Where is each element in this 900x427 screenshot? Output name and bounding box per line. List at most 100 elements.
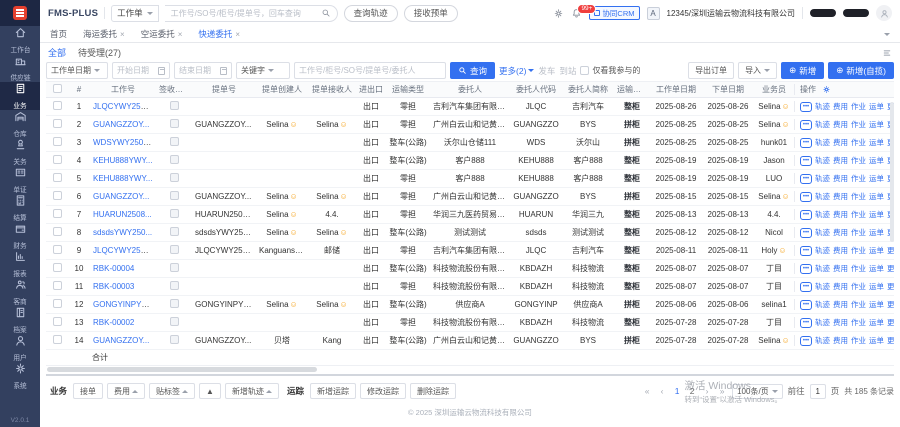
job-number-link[interactable]: KEHU888YWY...: [93, 174, 152, 183]
global-search-input[interactable]: [171, 9, 321, 18]
only-mine-checkbox[interactable]: [580, 66, 589, 75]
end-date-field[interactable]: [174, 62, 232, 79]
op-link-5[interactable]: 更多: [887, 317, 894, 328]
op-link-1[interactable]: 轨迹: [815, 155, 830, 166]
op-link-3[interactable]: 作业: [851, 227, 866, 238]
op-link-2[interactable]: 费用: [833, 101, 848, 112]
tab-express-orders[interactable]: 快递委托×: [198, 28, 240, 40]
op-link-3[interactable]: 作业: [851, 173, 866, 184]
sidebar-item-partners[interactable]: 客商: [0, 278, 40, 306]
comment-icon[interactable]: •••: [800, 336, 812, 346]
batch-button[interactable]: ▲: [199, 383, 221, 399]
more-filters-button[interactable]: 更多(2): [499, 65, 534, 77]
op-link-3[interactable]: 作业: [851, 245, 866, 256]
scrollbar-thumb[interactable]: [47, 367, 317, 372]
close-tab-icon[interactable]: ×: [178, 30, 183, 39]
comment-icon[interactable]: •••: [800, 318, 812, 328]
comment-icon[interactable]: •••: [800, 264, 812, 274]
op-link-4[interactable]: 运单: [869, 173, 884, 184]
op-link-4[interactable]: 运单: [869, 299, 884, 310]
tabs-collapse-icon[interactable]: [884, 33, 890, 39]
receive-preorder-button[interactable]: 接收预单: [404, 5, 458, 22]
sidebar-item-business[interactable]: 业务: [0, 82, 40, 110]
search-scope-select[interactable]: 工作单: [111, 5, 159, 22]
sign-confirm-checkbox[interactable]: [170, 281, 179, 290]
comment-icon[interactable]: •••: [800, 192, 812, 202]
job-number-link[interactable]: GUANGZZOY...: [93, 192, 149, 201]
next-page-button[interactable]: ›: [702, 386, 712, 396]
tab-home[interactable]: 首页: [50, 28, 67, 40]
comment-icon[interactable]: •••: [800, 120, 812, 130]
tab-air-orders[interactable]: 空运委托×: [141, 28, 183, 40]
op-link-1[interactable]: 轨迹: [815, 299, 830, 310]
comment-icon[interactable]: •••: [800, 174, 812, 184]
op-link-4[interactable]: 运单: [869, 155, 884, 166]
job-number-link[interactable]: GONGYINPYW...: [93, 300, 155, 309]
sign-confirm-checkbox[interactable]: [170, 245, 179, 254]
op-link-1[interactable]: 轨迹: [815, 227, 830, 238]
batch-button[interactable]: 新增运踪: [310, 383, 356, 399]
job-number-link[interactable]: sdsdsYWY250...: [93, 228, 152, 237]
export-orders-button[interactable]: 导出订单: [688, 62, 734, 79]
op-link-2[interactable]: 费用: [833, 335, 848, 346]
user-menu[interactable]: [876, 5, 892, 21]
keyword-type-select[interactable]: 关键字: [236, 62, 290, 79]
batch-button[interactable]: 费用: [107, 383, 145, 399]
select-all-checkbox[interactable]: [53, 84, 62, 93]
start-date-input[interactable]: [117, 66, 155, 75]
row-checkbox[interactable]: [53, 191, 62, 200]
sign-confirm-checkbox[interactable]: [170, 155, 179, 164]
row-checkbox[interactable]: [53, 227, 62, 236]
op-link-4[interactable]: 运单: [869, 227, 884, 238]
page-number-2[interactable]: 2: [687, 386, 697, 396]
op-link-2[interactable]: 费用: [833, 137, 848, 148]
op-link-3[interactable]: 作业: [851, 137, 866, 148]
op-link-1[interactable]: 轨迹: [815, 209, 830, 220]
arrive-button[interactable]: 到站: [559, 65, 576, 77]
query-track-button[interactable]: 查询轨迹: [344, 5, 398, 22]
op-link-1[interactable]: 轨迹: [815, 335, 830, 346]
sign-confirm-checkbox[interactable]: [170, 335, 179, 344]
sign-confirm-checkbox[interactable]: [170, 101, 179, 110]
row-checkbox[interactable]: [53, 317, 62, 326]
comment-icon[interactable]: •••: [800, 246, 812, 256]
batch-button[interactable]: 贴标签: [149, 383, 195, 399]
op-link-3[interactable]: 作业: [851, 299, 866, 310]
sign-confirm-checkbox[interactable]: [170, 317, 179, 326]
op-link-5[interactable]: 更多: [887, 281, 894, 292]
job-number-link[interactable]: HUARUN2508...: [93, 210, 152, 219]
sidebar-item-reports[interactable]: 报表: [0, 250, 40, 278]
op-link-1[interactable]: 轨迹: [815, 137, 830, 148]
job-number-link[interactable]: JLQCYWY2508...: [93, 246, 156, 255]
row-checkbox[interactable]: [53, 173, 62, 182]
comment-icon[interactable]: •••: [800, 282, 812, 292]
op-link-5[interactable]: 更多: [887, 335, 894, 346]
op-link-1[interactable]: 轨迹: [815, 263, 830, 274]
app-logo[interactable]: [0, 0, 40, 26]
op-link-2[interactable]: 费用: [833, 155, 848, 166]
page-size-select[interactable]: 100条/页: [732, 384, 783, 399]
sign-confirm-checkbox[interactable]: [170, 209, 179, 218]
import-button[interactable]: 导入: [738, 62, 777, 79]
row-checkbox[interactable]: [53, 209, 62, 218]
op-link-2[interactable]: 费用: [833, 263, 848, 274]
sidebar-item-supply-chain[interactable]: 供应链: [0, 54, 40, 82]
op-link-2[interactable]: 费用: [833, 173, 848, 184]
job-number-link[interactable]: RBK-00004: [93, 264, 134, 273]
jump-page-input[interactable]: [810, 384, 826, 399]
op-link-4[interactable]: 运单: [869, 263, 884, 274]
add-button[interactable]: ⊕新增: [781, 62, 824, 79]
op-link-3[interactable]: 作业: [851, 119, 866, 130]
comment-icon[interactable]: •••: [800, 156, 812, 166]
sidebar-item-workbench[interactable]: 工作台: [0, 26, 40, 54]
op-link-3[interactable]: 作业: [851, 317, 866, 328]
op-link-1[interactable]: 轨迹: [815, 245, 830, 256]
close-tab-icon[interactable]: ×: [120, 30, 125, 39]
sidebar-item-users[interactable]: 用户: [0, 334, 40, 362]
op-link-4[interactable]: 运单: [869, 119, 884, 130]
sidebar-item-system[interactable]: 系统: [0, 362, 40, 390]
row-checkbox[interactable]: [53, 281, 62, 290]
row-checkbox[interactable]: [53, 137, 62, 146]
comment-icon[interactable]: •••: [800, 102, 812, 112]
help-icon[interactable]: [553, 8, 564, 19]
